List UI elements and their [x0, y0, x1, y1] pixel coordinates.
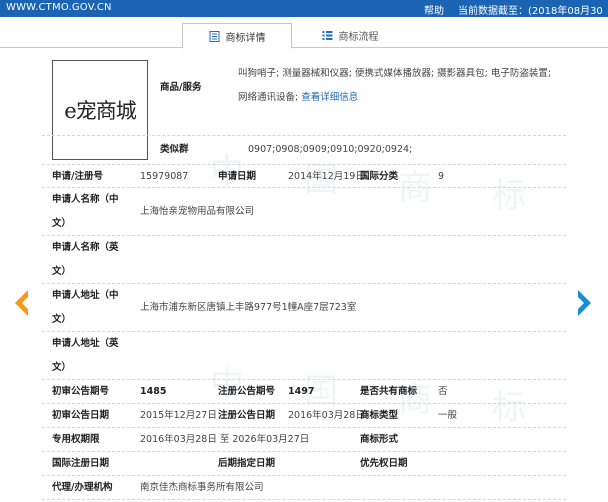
reg-pub-date-value: 2016年03月28日: [288, 410, 365, 421]
tab-trademark-process[interactable]: 商标流程: [298, 23, 402, 48]
agent-row: 代理/办理机构 南京佳杰商标事务所有限公司: [42, 476, 566, 500]
apply-date-label: 申请日期: [218, 171, 257, 182]
shared-mark-label: 是否共有商标: [360, 386, 418, 397]
site-url[interactable]: WWW.CTMO.GOV.CN: [6, 2, 112, 13]
view-details-link[interactable]: 查看详细信息: [301, 92, 358, 103]
shared-mark-value: 否: [438, 386, 448, 397]
tab-bar: 商标详情 商标流程: [0, 17, 608, 49]
reg-no-label: 申请/注册号: [52, 171, 103, 182]
applicant-cn-row: 申请人名称（中 文） 上海怡亲宠物用品有限公司: [42, 188, 566, 236]
address-cn-row: 申请人地址（中 文） 上海市浦东新区唐镇上丰路977号1幢A座7层723室: [42, 284, 566, 332]
goods-services-row: 商品/服务 叫狗哨子; 测量器械和仪器; 便携式媒体播放器; 摄影器具包; 电子…: [42, 60, 566, 136]
applicant-en-label: 申请人名称（英: [52, 242, 119, 253]
document-icon: [209, 30, 219, 42]
tab-trademark-details[interactable]: 商标详情: [182, 23, 292, 49]
trademark-detail-panel: 中 国 商 标 中 国 商 标 e宠商城 商品/服务 叫狗哨子; 测量器械和仪器…: [42, 56, 566, 500]
agent-label: 代理/办理机构: [52, 482, 113, 493]
publication-row: 初审公告期号 1485 注册公告期号 1497 是否共有商标 否: [42, 380, 566, 404]
reg-pub-no-label: 注册公告期号: [218, 386, 276, 397]
applicant-en-row: 申请人名称（英 文）: [42, 236, 566, 284]
tab-label: 商标详情: [225, 32, 266, 44]
address-en-row: 申请人地址（英 文）: [42, 332, 566, 380]
mark-type-value: 一般: [438, 410, 458, 421]
list-icon: [322, 31, 332, 40]
apply-date-value: 2014年12月19日: [288, 171, 365, 182]
intl-class-value: 9: [438, 171, 445, 182]
tab-label: 商标流程: [338, 32, 379, 43]
exclusive-term-row: 专用权期限 2016年03月28日 至 2026年03月27日 商标形式: [42, 428, 566, 452]
data-update-text: 当前数据截至：(2018年08月30: [458, 6, 603, 17]
agent-value: 南京佳杰商标事务所有限公司: [140, 482, 264, 493]
exclusive-term-value: 2016年03月28日 至 2026年03月27日: [140, 434, 310, 445]
applicant-en-label-cont: 文）: [52, 266, 72, 277]
address-cn-label-cont: 文）: [52, 314, 72, 325]
next-arrow-icon[interactable]: [574, 288, 594, 318]
help-link[interactable]: 帮助: [424, 2, 444, 17]
similar-group-label: 类似群: [160, 144, 189, 155]
prelim-pub-no-label: 初审公告期号: [52, 386, 110, 397]
later-designation-date-label: 后期指定日期: [218, 458, 276, 469]
reg-pub-no-value: 1497: [288, 386, 315, 397]
top-bar: WWW.CTMO.GOV.CN 帮助 当前数据截至：(2018年08月30: [0, 0, 608, 17]
prelim-pub-no-value: 1485: [140, 386, 167, 397]
applicant-cn-label-cont: 文）: [52, 218, 72, 229]
reg-no-value: 15979087: [140, 171, 189, 182]
prelim-pub-date-value: 2015年12月27日: [140, 410, 217, 421]
reg-pub-date-label: 注册公告日期: [218, 410, 276, 421]
prelim-pub-date-label: 初审公告日期: [52, 410, 110, 421]
previous-arrow-icon[interactable]: [12, 288, 32, 318]
mark-form-label: 商标形式: [360, 434, 399, 445]
similar-group-value: 0907;0908;0909;0910;0920;0924;: [248, 144, 413, 155]
mark-type-label: 商标类型: [360, 410, 399, 421]
intl-dates-row: 国际注册日期 后期指定日期 优先权日期: [42, 452, 566, 476]
address-en-label: 申请人地址（英: [52, 338, 119, 349]
registration-row: 申请/注册号 15979087 申请日期 2014年12月19日 国际分类 9: [42, 164, 566, 188]
address-cn-label: 申请人地址（中: [52, 290, 119, 301]
similar-group-row: 类似群 0907;0908;0909;0910;0920;0924;: [42, 136, 566, 164]
publication-dates-row: 初审公告日期 2015年12月27日 注册公告日期 2016年03月28日 商标…: [42, 404, 566, 428]
applicant-cn-value: 上海怡亲宠物用品有限公司: [140, 206, 255, 217]
applicant-cn-label: 申请人名称（中: [52, 194, 119, 205]
intl-reg-date-label: 国际注册日期: [52, 458, 110, 469]
goods-services-label: 商品/服务: [160, 82, 202, 93]
intl-class-label: 国际分类: [360, 171, 399, 182]
priority-date-label: 优先权日期: [360, 458, 408, 469]
address-cn-value: 上海市浦东新区唐镇上丰路977号1幢A座7层723室: [140, 302, 357, 313]
address-en-label-cont: 文）: [52, 362, 72, 373]
goods-services-value: 叫狗哨子; 测量器械和仪器; 便携式媒体播放器; 摄影器具包; 电子防盗装置; …: [238, 68, 552, 103]
exclusive-term-label: 专用权期限: [52, 434, 100, 445]
